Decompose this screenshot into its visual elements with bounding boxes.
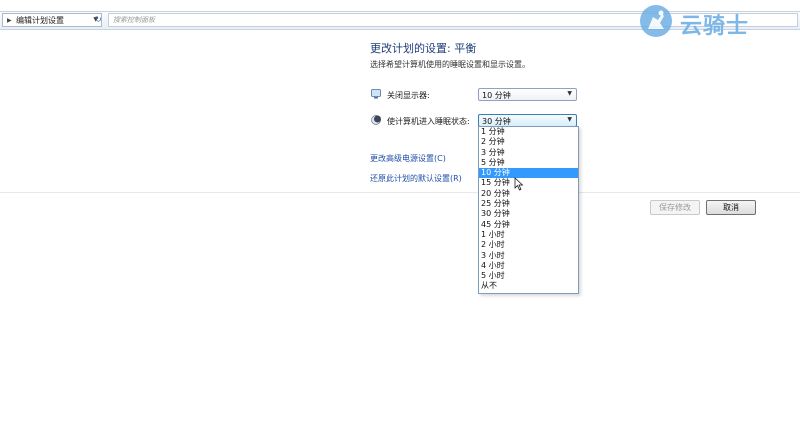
dropdown-option[interactable]: 5 分钟 [479, 158, 578, 168]
display-off-select[interactable]: 10 分钟 ▼ [478, 88, 577, 101]
restore-defaults-link[interactable]: 还原此计划的默认设置(R) [370, 173, 462, 184]
page-title: 更改计划的设置: 平衡 [370, 42, 477, 55]
logo-text: 云骑士 [680, 14, 750, 39]
sleep-dropdown-list[interactable]: 1 分钟 2 分钟 3 分钟 5 分钟 10 分钟 15 分钟 20 分钟 25 分钟 30 分… [478, 126, 579, 294]
cancel-button[interactable]: 取消 [706, 200, 756, 215]
watermark-logo: 云骑士 [638, 2, 778, 42]
dropdown-option[interactable]: 20 分钟 [479, 189, 578, 199]
chevron-down-icon[interactable]: ▼ [567, 90, 572, 97]
knight-logo-icon [640, 5, 672, 37]
dropdown-option[interactable]: 15 分钟 [479, 178, 578, 188]
monitor-icon [371, 89, 381, 99]
refresh-icon[interactable]: ↻ [95, 15, 102, 24]
chevron-down-icon[interactable]: ▼ [567, 116, 572, 123]
dropdown-option[interactable]: 2 小时 [479, 240, 578, 250]
save-button[interactable]: 保存修改 [650, 200, 700, 215]
sleep-label: 使计算机进入睡眠状态: [387, 117, 470, 126]
display-off-label: 关闭显示器: [387, 91, 430, 100]
dropdown-option[interactable]: 10 分钟 [479, 168, 578, 179]
dropdown-option[interactable]: 25 分钟 [479, 199, 578, 209]
moon-icon [371, 115, 381, 125]
dropdown-option[interactable]: 2 分钟 [479, 137, 578, 147]
breadcrumb-arrow-icon[interactable]: ▶ [7, 17, 12, 24]
breadcrumb-current[interactable]: 编辑计划设置 [16, 15, 64, 26]
dropdown-option[interactable]: 3 分钟 [479, 148, 578, 158]
advanced-settings-link[interactable]: 更改高级电源设置(C) [370, 153, 446, 164]
dropdown-option[interactable]: 30 分钟 [479, 209, 578, 219]
breadcrumb[interactable]: ▶ 编辑计划设置 ▼ [2, 13, 102, 27]
dropdown-option[interactable]: 1 小时 [479, 230, 578, 240]
dropdown-option[interactable]: 从不 [479, 281, 578, 291]
dropdown-option[interactable]: 4 小时 [479, 261, 578, 271]
dropdown-option[interactable]: 45 分钟 [479, 220, 578, 230]
divider [0, 192, 800, 193]
display-off-value: 10 分钟 [482, 91, 511, 100]
dropdown-option[interactable]: 3 小时 [479, 251, 578, 261]
dropdown-option[interactable]: 1 分钟 [479, 127, 578, 137]
page-subtitle: 选择希望计算机使用的睡眠设置和显示设置。 [370, 60, 530, 69]
dropdown-option[interactable]: 5 小时 [479, 271, 578, 281]
mouse-cursor-icon [514, 177, 524, 191]
